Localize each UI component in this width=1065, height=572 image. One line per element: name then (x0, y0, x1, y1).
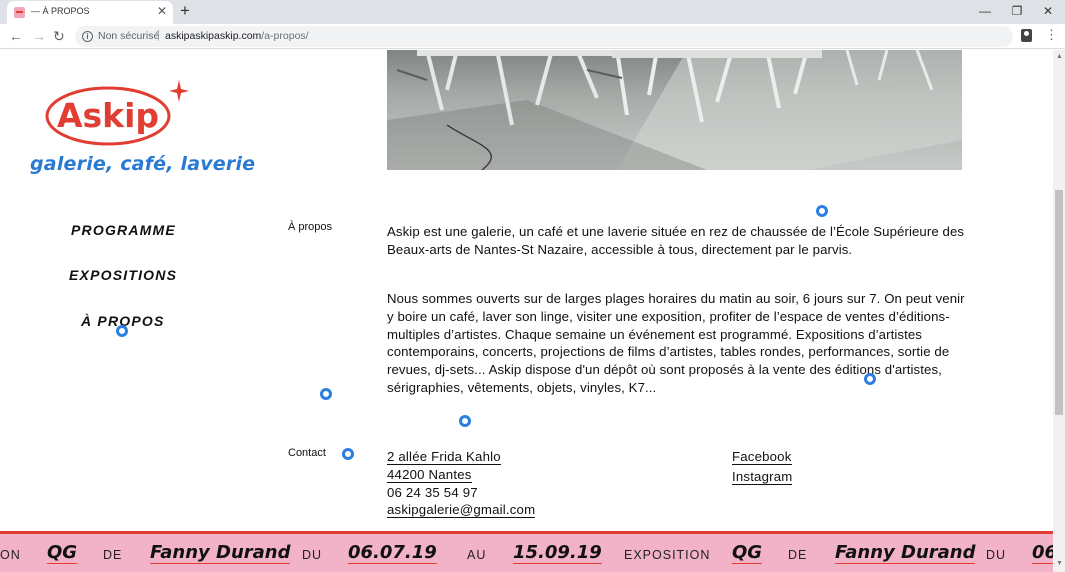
decorative-ring-icon (459, 415, 471, 427)
tab-strip: — À PROPOS ✕ + — ❐ ✕ (0, 0, 1065, 24)
ticker-highlight: 15.09.19 (513, 542, 602, 564)
address-line-1[interactable]: 2 allée Frida Kahlo (387, 449, 501, 465)
security-status[interactable]: Non sécurisé (98, 30, 159, 42)
close-window-button[interactable]: ✕ (1038, 2, 1058, 20)
ticker-highlight: QG (732, 542, 763, 564)
info-icon[interactable]: i (82, 31, 93, 42)
askip-logo[interactable]: Askip (30, 78, 190, 155)
hero-image (387, 50, 962, 170)
phone-number: 06 24 35 54 97 (387, 485, 478, 500)
ticker-word: DU (302, 548, 323, 562)
url-separator: | (157, 29, 160, 41)
about-paragraph-1: Askip est une galerie, un café et une la… (387, 224, 965, 257)
url-host: askipaskipaskip.com (165, 30, 262, 42)
reload-button[interactable]: ↻ (53, 28, 65, 44)
decorative-ring-icon (116, 325, 128, 337)
page-scrollbar[interactable]: ▲ ▼ (1053, 50, 1065, 572)
about-paragraph-2: Nous sommes ouverts sur de larges plages… (387, 291, 965, 395)
instagram-link[interactable]: Instagram (732, 469, 793, 485)
cafe-chairs-photo (387, 50, 962, 170)
about-label: À propos (288, 221, 333, 233)
ticker-word: DU (986, 548, 1007, 562)
site-favicon-icon (14, 7, 25, 18)
url-input[interactable]: i Non sécurisé | askipaskipaskip.com/a-p… (75, 26, 1013, 47)
url-path: /a-propos/ (261, 30, 309, 42)
url-text[interactable]: askipaskipaskip.com/a-propos/ (165, 30, 309, 42)
ticker-word: AU (467, 548, 487, 562)
decorative-ring-icon (320, 388, 332, 400)
profile-icon[interactable] (1021, 29, 1032, 42)
nav-expositions[interactable]: EXPOSITIONS (69, 267, 177, 283)
scrollbar-thumb[interactable] (1055, 190, 1063, 415)
ticker-highlight: QG (47, 542, 78, 564)
ticker-word: DE (788, 548, 808, 562)
contact-label: Contact (288, 447, 326, 459)
new-tab-button[interactable]: + (180, 1, 190, 21)
tab-close-icon[interactable]: ✕ (157, 4, 167, 18)
ticker-word: ON (0, 548, 21, 562)
address-bar: ← → ↻ i Non sécurisé | askipaskipaskip.c… (0, 24, 1065, 49)
ticker-highlight: 06 (1032, 534, 1053, 572)
ticker-highlight: Fanny Durand (835, 542, 976, 564)
nav-programme[interactable]: PROGRAMME (71, 222, 176, 238)
facebook-link[interactable]: Facebook (732, 449, 792, 465)
browser-tab[interactable]: — À PROPOS ✕ (7, 1, 173, 24)
back-button[interactable]: ← (9, 28, 23, 44)
sparkle-icon (169, 80, 189, 102)
scroll-down-arrow-icon[interactable]: ▼ (1056, 560, 1063, 567)
forward-button[interactable]: → (32, 28, 46, 44)
address-line-2[interactable]: 44200 Nantes (387, 467, 472, 483)
ticker-highlight: Fanny Durand (150, 542, 291, 564)
email-link[interactable]: askipgalerie@gmail.com (387, 502, 536, 518)
ticker-word: DE (103, 548, 123, 562)
tab-title: — À PROPOS (31, 6, 90, 16)
scroll-up-arrow-icon[interactable]: ▲ (1056, 53, 1063, 60)
logo-wordmark: Askip (57, 96, 159, 135)
browser-menu-icon[interactable]: ⋮ (1045, 27, 1058, 43)
askip-logo-mark: Askip (45, 80, 189, 146)
page-viewport: Askip galerie, café, laverie PROGRAMME E… (0, 50, 1053, 572)
logo-tagline: galerie, café, laverie (30, 153, 256, 175)
ticker-word: EXPOSITION (624, 548, 711, 562)
event-ticker[interactable]: ON QG DE Fanny Durand DU 06.07.19 AU 15.… (0, 531, 1053, 572)
minimize-button[interactable]: — (975, 2, 995, 20)
decorative-ring-icon (816, 205, 828, 217)
ticker-highlight: 06.07.19 (348, 542, 437, 564)
decorative-ring-icon (342, 448, 354, 460)
maximize-button[interactable]: ❐ (1007, 2, 1027, 20)
decorative-ring-icon (864, 373, 876, 385)
